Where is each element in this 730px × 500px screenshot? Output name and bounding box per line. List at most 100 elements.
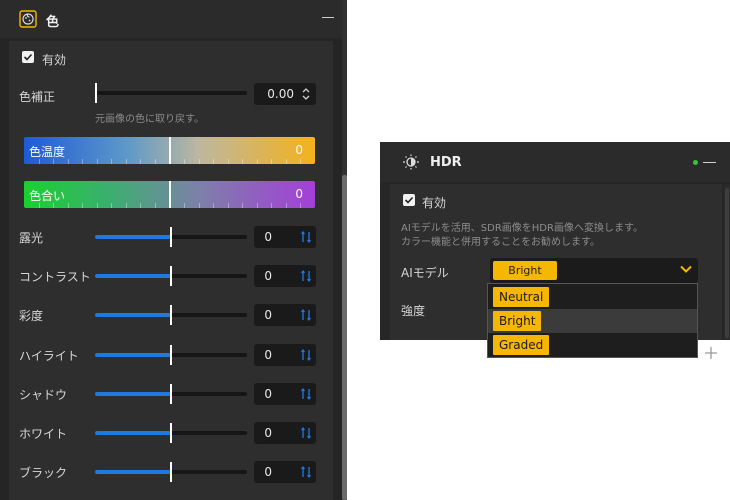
slider-handle[interactable]: [170, 462, 172, 482]
scale-tick: [140, 203, 141, 208]
slider-value-input[interactable]: 0: [254, 422, 316, 444]
add-icon[interactable]: [704, 346, 718, 360]
slider-value-input[interactable]: 0: [254, 265, 316, 287]
slider-fill: [95, 235, 171, 239]
sync-arrows-icon[interactable]: [300, 425, 312, 441]
slider-handle[interactable]: [170, 384, 172, 404]
adjustment-slider[interactable]: [95, 305, 247, 325]
slider-fill: [95, 470, 171, 474]
adjustment-slider[interactable]: [95, 423, 247, 443]
slider-handle[interactable]: [95, 83, 97, 103]
tint-label: 色合い: [29, 189, 66, 203]
slider-handle[interactable]: [170, 345, 172, 365]
slider-handle[interactable]: [170, 227, 172, 247]
scale-tick: [155, 159, 156, 164]
check-icon: [404, 196, 414, 204]
scale-tick: [286, 203, 287, 208]
hdr-icon: [402, 154, 422, 170]
adjustment-slider[interactable]: [95, 266, 247, 286]
scale-tick: [82, 203, 83, 208]
slider-value: 0: [264, 426, 272, 440]
scale-tick: [199, 159, 200, 164]
adjustment-slider[interactable]: [95, 227, 247, 247]
hdr-description-line-2: カラー機能と併用することをお勧めします。: [401, 237, 600, 248]
adjustment-slider[interactable]: [95, 384, 247, 404]
option-label: Bright: [493, 311, 542, 331]
scale-tick: [82, 159, 83, 164]
collapse-icon[interactable]: [322, 17, 334, 18]
ai-model-options: Neutral Bright Graded: [487, 283, 698, 358]
adjustment-slider[interactable]: [95, 345, 247, 365]
sync-arrows-icon[interactable]: [300, 386, 312, 402]
intensity-label: 強度: [401, 304, 426, 318]
slider-fill: [95, 313, 171, 317]
slider-fill: [95, 353, 171, 357]
temperature-value: 0: [295, 143, 303, 157]
slider-handle[interactable]: [170, 423, 172, 443]
enabled-checkbox[interactable]: [22, 51, 34, 63]
hdr-enabled-label: 有効: [422, 196, 447, 210]
slider-label: コントラスト: [19, 270, 91, 284]
sync-arrows-icon[interactable]: [300, 307, 312, 323]
scale-tick: [271, 203, 272, 208]
scale-tick: [257, 159, 258, 164]
scrollbar[interactable]: [342, 0, 347, 500]
color-panel-title: 色: [46, 15, 60, 30]
hdr-enabled-checkbox[interactable]: [403, 194, 415, 206]
scale-tick: [242, 203, 243, 208]
collapse-icon[interactable]: [703, 162, 716, 163]
sync-arrows-icon[interactable]: [300, 229, 312, 245]
option-graded[interactable]: Graded: [488, 333, 697, 357]
scrollbar-thumb[interactable]: [342, 175, 347, 500]
spinner-icon[interactable]: [300, 86, 312, 102]
scale-tick: [97, 203, 98, 208]
scale-tick: [300, 159, 301, 164]
slider-handle[interactable]: [170, 266, 172, 286]
hdr-description-line-1: AIモデルを活用、SDR画像をHDR画像へ変換します。: [401, 223, 643, 234]
scale-tick: [126, 203, 127, 208]
color-correction-input[interactable]: 0.00: [254, 83, 316, 105]
tint-slider[interactable]: 色合い 0: [24, 181, 315, 208]
color-correction-label: 色補正: [19, 90, 56, 104]
slider-label: 彩度: [19, 309, 44, 323]
slider-label: ハイライト: [19, 349, 79, 363]
scale-tick: [199, 203, 200, 208]
hdr-panel-header[interactable]: HDR: [380, 142, 730, 182]
temperature-slider[interactable]: 色温度 0: [24, 137, 315, 164]
slider-value: 0: [264, 230, 272, 244]
slider-value: 0: [264, 348, 272, 362]
scale-tick: [53, 159, 54, 164]
option-bright[interactable]: Bright: [488, 309, 697, 333]
ai-model-dropdown[interactable]: Bright: [490, 258, 698, 283]
slider-handle[interactable]: [170, 305, 172, 325]
slider-value-input[interactable]: 0: [254, 304, 316, 326]
ai-model-selected: Bright: [493, 261, 557, 280]
scrollbar-thumb[interactable]: [725, 188, 729, 338]
tint-value: 0: [295, 187, 303, 201]
slider-value: 0: [264, 308, 272, 322]
slider-value: 0: [264, 387, 272, 401]
option-neutral[interactable]: Neutral: [488, 285, 697, 309]
slider-value-input[interactable]: 0: [254, 344, 316, 366]
scale-tick: [213, 159, 214, 164]
sync-arrows-icon[interactable]: [300, 268, 312, 284]
palette-icon: [19, 10, 37, 28]
scale-tick: [111, 203, 112, 208]
slider-value-input[interactable]: 0: [254, 383, 316, 405]
slider-label: シャドウ: [19, 388, 68, 402]
scale-tick: [97, 159, 98, 164]
chevron-down-icon[interactable]: [680, 265, 692, 273]
adjustment-slider[interactable]: [95, 462, 247, 482]
scale-tick: [286, 159, 287, 164]
scale-tick: [300, 203, 301, 208]
color-correction-slider[interactable]: [95, 83, 247, 103]
sync-arrows-icon[interactable]: [300, 464, 312, 480]
enabled-label: 有効: [42, 53, 67, 67]
temperature-label: 色温度: [29, 145, 66, 159]
color-panel-header[interactable]: 色: [0, 0, 342, 38]
slider-value-input[interactable]: 0: [254, 461, 316, 483]
slider-value-input[interactable]: 0: [254, 226, 316, 248]
color-correction-value: 0.00: [267, 87, 294, 101]
scrollbar[interactable]: [724, 184, 730, 340]
sync-arrows-icon[interactable]: [300, 347, 312, 363]
